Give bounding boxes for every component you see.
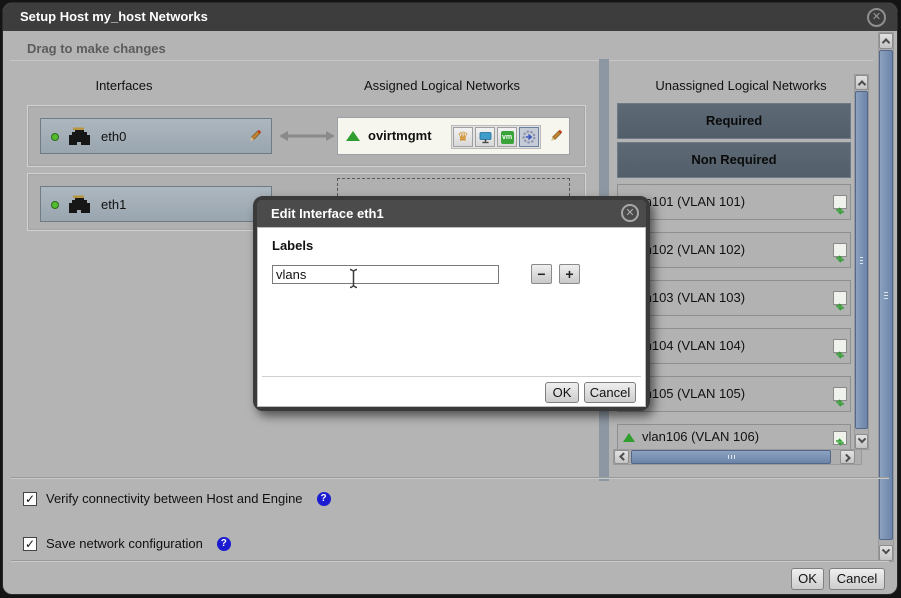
add-label-button[interactable]: + bbox=[559, 264, 580, 284]
non-required-header: Non Required bbox=[617, 142, 851, 178]
unassigned-h-scrollbar[interactable] bbox=[613, 449, 862, 465]
modal-ok-button[interactable]: OK bbox=[545, 382, 579, 403]
modal-close-icon[interactable]: ✕ bbox=[621, 204, 639, 222]
network-up-triangle-icon bbox=[623, 433, 635, 442]
vm-network-icon: vm bbox=[497, 127, 517, 147]
label-input[interactable] bbox=[272, 265, 499, 284]
scroll-up-button[interactable] bbox=[879, 33, 893, 49]
unsynced-icon bbox=[833, 387, 847, 401]
options-separator bbox=[11, 477, 889, 478]
unsynced-icon bbox=[833, 339, 847, 353]
modal-footer-separator bbox=[262, 376, 641, 377]
header-divider bbox=[10, 60, 873, 61]
link-arrow-icon bbox=[279, 130, 335, 142]
dialog-titlebar: Setup Host my_host Networks bbox=[3, 3, 897, 31]
migration-network-icon bbox=[519, 127, 539, 147]
unassigned-network-vlan101[interactable]: vlan101 (VLAN 101) bbox=[617, 184, 851, 220]
help-icon[interactable]: ? bbox=[317, 492, 331, 506]
unsynced-icon bbox=[833, 195, 847, 209]
verify-connectivity-checkbox[interactable]: ✓ bbox=[23, 492, 37, 506]
modal-titlebar: Edit Interface eth1 bbox=[257, 200, 646, 227]
unassigned-scrollbar[interactable] bbox=[854, 74, 869, 450]
chevron-left-icon bbox=[619, 452, 627, 460]
dialog-title: Setup Host my_host Networks bbox=[20, 9, 208, 24]
modal-body: Labels − + OK Cancel bbox=[257, 227, 646, 407]
footer-separator bbox=[11, 560, 889, 561]
question-glyph: ? bbox=[221, 538, 227, 549]
check-icon: ✓ bbox=[25, 537, 35, 551]
chevron-down-icon bbox=[857, 435, 865, 443]
text-cursor-icon bbox=[348, 268, 359, 289]
scroll-right-button[interactable] bbox=[840, 450, 855, 464]
status-up-icon bbox=[51, 133, 59, 141]
unassigned-network-vlan102[interactable]: vlan102 (VLAN 102) bbox=[617, 232, 851, 268]
unsynced-icon bbox=[833, 243, 847, 257]
network-role-icons: ♛ vm bbox=[451, 125, 541, 149]
status-up-icon bbox=[51, 201, 59, 209]
scroll-up-button[interactable] bbox=[855, 75, 868, 90]
save-network-label: Save network configuration bbox=[46, 536, 203, 551]
labels-heading: Labels bbox=[272, 238, 313, 253]
nic-icon bbox=[66, 194, 93, 215]
modal-title: Edit Interface eth1 bbox=[271, 206, 384, 221]
question-glyph: ? bbox=[320, 493, 326, 504]
unassigned-column-header: Unassigned Logical Networks bbox=[611, 78, 871, 93]
check-icon: ✓ bbox=[25, 492, 35, 506]
crown-glyph: ♛ bbox=[457, 129, 469, 145]
management-crown-icon: ♛ bbox=[453, 127, 473, 147]
required-header: Required bbox=[617, 103, 851, 139]
scroll-down-button[interactable] bbox=[879, 545, 893, 561]
chevron-up-icon bbox=[882, 38, 890, 46]
edit-network-pencil-icon[interactable] bbox=[548, 128, 564, 144]
cancel-button[interactable]: Cancel bbox=[829, 568, 885, 590]
network-ovirtmgmt[interactable]: ovirtmgmt ♛ vm bbox=[337, 117, 570, 155]
unassigned-network-vlan104[interactable]: vlan104 (VLAN 104) bbox=[617, 328, 851, 364]
drag-hint-text: Drag to make changes bbox=[27, 41, 166, 56]
close-icon[interactable]: ✕ bbox=[867, 8, 886, 27]
interface-eth0[interactable]: eth0 bbox=[40, 118, 272, 154]
display-network-icon bbox=[475, 127, 495, 147]
unassigned-network-vlan106[interactable]: vlan106 (VLAN 106) bbox=[617, 424, 851, 450]
scrollbar-thumb[interactable] bbox=[631, 450, 831, 464]
scroll-left-button[interactable] bbox=[614, 450, 629, 464]
chevron-right-icon bbox=[842, 454, 850, 462]
edit-pencil-icon[interactable] bbox=[247, 128, 263, 144]
unassigned-network-vlan103[interactable]: vlan103 (VLAN 103) bbox=[617, 280, 851, 316]
ok-button[interactable]: OK bbox=[791, 568, 824, 590]
chevron-up-icon bbox=[857, 80, 865, 88]
nic-icon bbox=[66, 126, 93, 147]
assigned-column-header: Assigned Logical Networks bbox=[292, 78, 592, 93]
close-glyph: ✕ bbox=[625, 207, 634, 219]
interfaces-column-header: Interfaces bbox=[24, 78, 224, 93]
vlan-label: vlan106 (VLAN 106) bbox=[642, 429, 759, 444]
interface-name: eth1 bbox=[101, 197, 126, 212]
network-up-triangle-icon bbox=[346, 131, 360, 141]
scrollbar-thumb[interactable] bbox=[879, 50, 893, 540]
unsynced-icon bbox=[833, 431, 847, 445]
vm-glyph: vm bbox=[501, 131, 514, 144]
save-network-checkbox[interactable]: ✓ bbox=[23, 537, 37, 551]
chevron-down-icon bbox=[882, 546, 890, 554]
modal-cancel-button[interactable]: Cancel bbox=[584, 382, 636, 403]
interface-name: eth0 bbox=[101, 129, 126, 144]
help-icon[interactable]: ? bbox=[217, 537, 231, 551]
scroll-down-button[interactable] bbox=[855, 434, 868, 449]
verify-connectivity-option: ✓ Verify connectivity between Host and E… bbox=[23, 491, 331, 506]
interface-eth1[interactable]: eth1 bbox=[40, 186, 272, 222]
network-name: ovirtmgmt bbox=[368, 128, 432, 143]
verify-connectivity-label: Verify connectivity between Host and Eng… bbox=[46, 491, 303, 506]
scrollbar-thumb[interactable] bbox=[855, 91, 868, 429]
eth0-group: eth0 ovirtmgmt ♛ bbox=[27, 105, 586, 167]
edit-interface-modal: Edit Interface eth1 ✕ Labels − + OK Canc… bbox=[253, 196, 650, 411]
dialog-scrollbar[interactable] bbox=[878, 32, 894, 562]
save-network-option: ✓ Save network configuration ? bbox=[23, 536, 231, 551]
remove-label-button[interactable]: − bbox=[531, 264, 552, 284]
close-glyph: ✕ bbox=[872, 11, 881, 23]
unsynced-icon bbox=[833, 291, 847, 305]
unassigned-network-vlan105[interactable]: vlan105 (VLAN 105) bbox=[617, 376, 851, 412]
